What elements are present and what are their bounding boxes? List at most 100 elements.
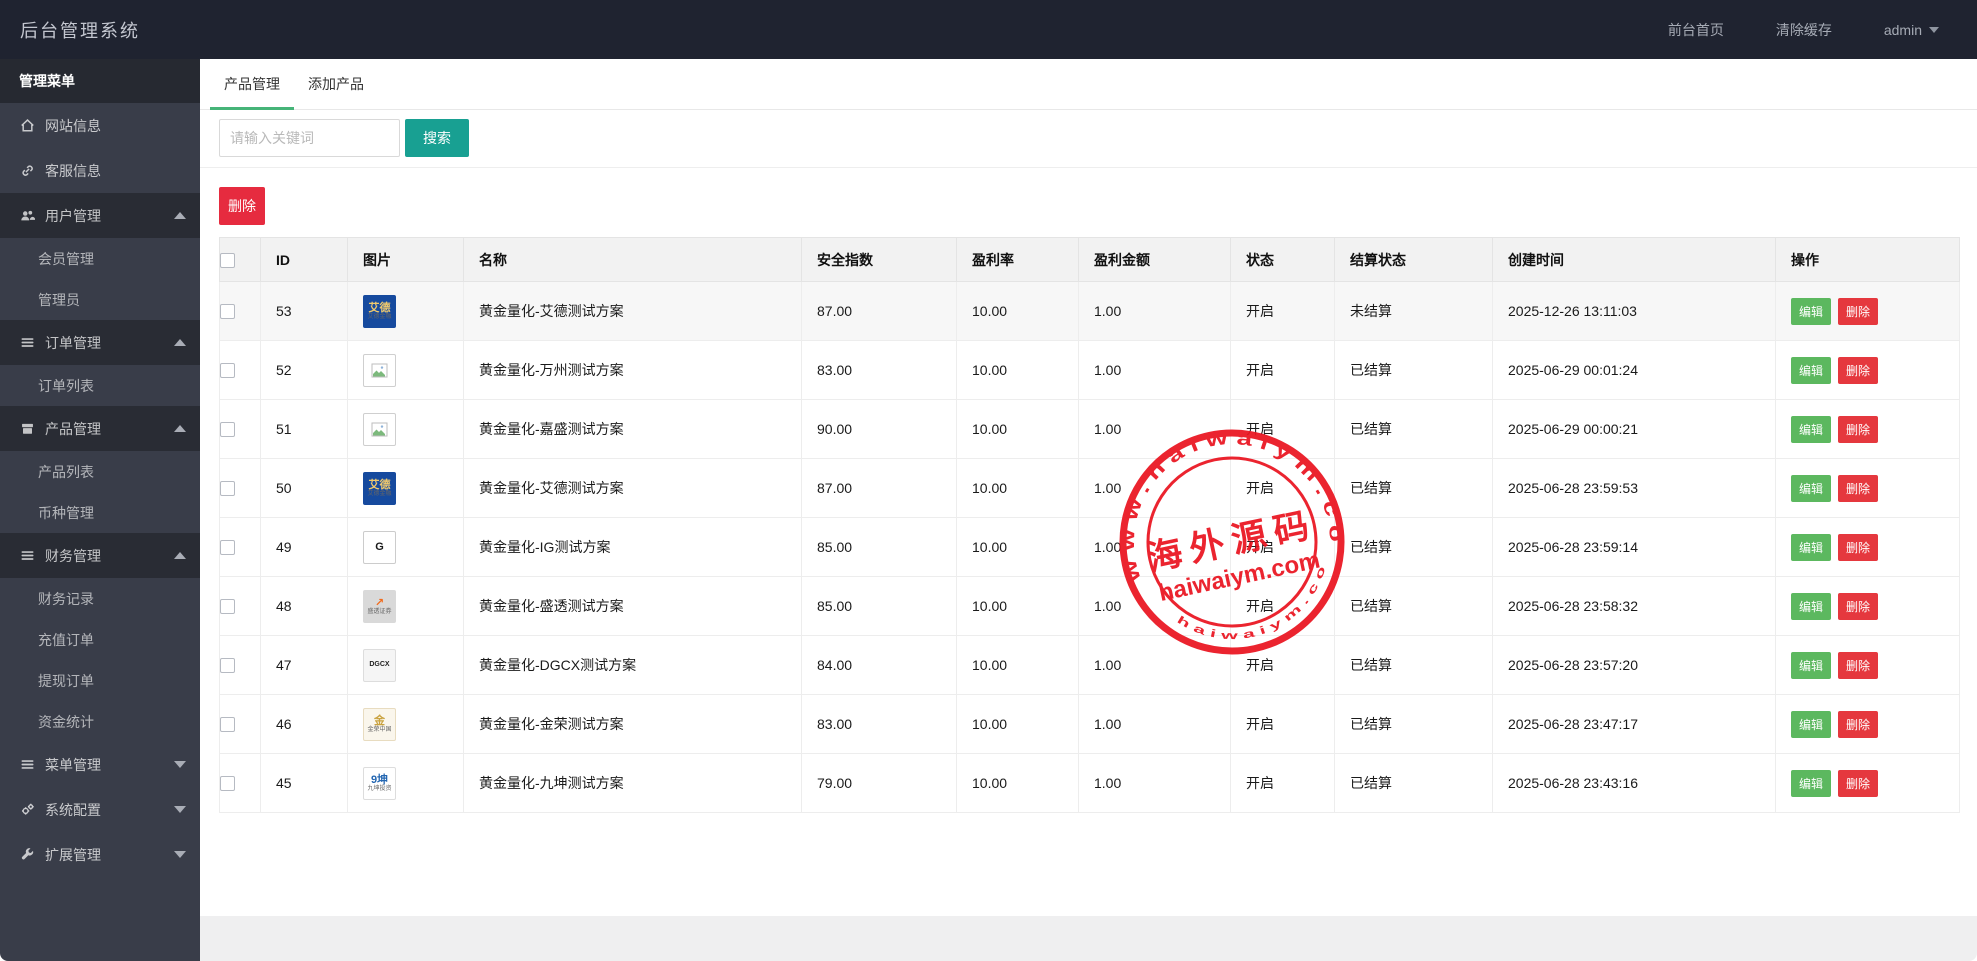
sidebar-subitem[interactable]: 币种管理 bbox=[0, 492, 200, 533]
tab-product-management[interactable]: 产品管理 bbox=[210, 59, 294, 109]
profit-amount: 1.00 bbox=[1079, 636, 1231, 695]
product-name: 黄金量化-嘉盛测试方案 bbox=[464, 400, 802, 459]
edit-button[interactable]: 编辑 bbox=[1791, 357, 1831, 384]
tab-add-product[interactable]: 添加产品 bbox=[294, 59, 378, 109]
search-button[interactable]: 搜索 bbox=[405, 119, 469, 157]
delete-button[interactable]: 删除 bbox=[1838, 593, 1878, 620]
user-dropdown[interactable]: admin bbox=[1884, 22, 1939, 38]
sidebar-subitem[interactable]: 订单列表 bbox=[0, 365, 200, 406]
edit-button[interactable]: 编辑 bbox=[1791, 652, 1831, 679]
row-checkbox[interactable] bbox=[220, 304, 235, 319]
product-table: ID图片名称安全指数盈利率盈利金额状态结算状态创建时间操作 53艾德艾德金融黄金… bbox=[219, 237, 1960, 813]
chevron-icon bbox=[174, 806, 186, 813]
safety-index: 79.00 bbox=[802, 754, 957, 813]
chevron-icon bbox=[174, 552, 186, 559]
row-checkbox[interactable] bbox=[220, 599, 235, 614]
chevron-icon bbox=[174, 339, 186, 346]
list-icon bbox=[19, 548, 36, 564]
sidebar-subitem[interactable]: 管理员 bbox=[0, 279, 200, 320]
product-image-cell: 9坤九坤投资 bbox=[348, 754, 464, 813]
delete-button[interactable]: 删除 bbox=[1838, 416, 1878, 443]
chevron-down-icon bbox=[1929, 27, 1939, 33]
row-select-cell bbox=[220, 577, 261, 636]
sidebar-item[interactable]: 系统配置 bbox=[0, 787, 200, 832]
row-select-cell bbox=[220, 282, 261, 341]
sidebar-item[interactable]: 订单管理 bbox=[0, 320, 200, 365]
edit-button[interactable]: 编辑 bbox=[1791, 770, 1831, 797]
sidebar-item[interactable]: 财务管理 bbox=[0, 533, 200, 578]
edit-button[interactable]: 编辑 bbox=[1791, 475, 1831, 502]
product-name: 黄金量化-万州测试方案 bbox=[464, 341, 802, 400]
delete-button[interactable]: 删除 bbox=[1838, 357, 1878, 384]
row-id: 50 bbox=[261, 459, 348, 518]
sidebar-item[interactable]: 产品管理 bbox=[0, 406, 200, 451]
clear-cache-link[interactable]: 清除缓存 bbox=[1776, 20, 1832, 40]
sidebar-subitem[interactable]: 充值订单 bbox=[0, 619, 200, 660]
delete-button[interactable]: 删除 bbox=[1838, 534, 1878, 561]
row-checkbox[interactable] bbox=[220, 658, 235, 673]
search-row: 搜索 bbox=[219, 119, 1977, 157]
actions-cell: 编辑删除 bbox=[1776, 518, 1960, 577]
actions-cell: 编辑删除 bbox=[1776, 282, 1960, 341]
edit-button[interactable]: 编辑 bbox=[1791, 416, 1831, 443]
edit-button[interactable]: 编辑 bbox=[1791, 534, 1831, 561]
row-id: 49 bbox=[261, 518, 348, 577]
sidebar-item[interactable]: 网站信息 bbox=[0, 103, 200, 148]
sidebar-item[interactable]: 客服信息 bbox=[0, 148, 200, 193]
column-header-7: 结算状态 bbox=[1335, 238, 1493, 282]
row-checkbox[interactable] bbox=[220, 481, 235, 496]
edit-button[interactable]: 编辑 bbox=[1791, 711, 1831, 738]
sidebar-item-label: 用户管理 bbox=[45, 206, 101, 226]
sidebar-item[interactable]: 扩展管理 bbox=[0, 832, 200, 877]
table-row: 46金金荣中国黄金量化-金荣测试方案83.0010.001.00开启已结算202… bbox=[220, 695, 1960, 754]
safety-index: 87.00 bbox=[802, 459, 957, 518]
sidebar-subitem[interactable]: 提现订单 bbox=[0, 660, 200, 701]
link-icon bbox=[19, 163, 36, 179]
row-checkbox[interactable] bbox=[220, 776, 235, 791]
product-name: 黄金量化-金荣测试方案 bbox=[464, 695, 802, 754]
broken-image-icon bbox=[363, 354, 396, 387]
delete-button[interactable]: 删除 bbox=[1838, 475, 1878, 502]
search-input[interactable] bbox=[219, 119, 400, 157]
status: 开启 bbox=[1231, 577, 1335, 636]
sidebar-item[interactable]: 用户管理 bbox=[0, 193, 200, 238]
home-icon bbox=[19, 118, 36, 134]
product-image-cell bbox=[348, 400, 464, 459]
delete-button[interactable]: 删除 bbox=[1838, 711, 1878, 738]
status: 开启 bbox=[1231, 282, 1335, 341]
profit-rate: 10.00 bbox=[957, 636, 1079, 695]
sidebar: 管理菜单 网站信息 客服信息 用户管理 会员管理 管理员 订单管理 订单列表 产… bbox=[0, 59, 200, 961]
edit-button[interactable]: 编辑 bbox=[1791, 593, 1831, 620]
actions-cell: 编辑删除 bbox=[1776, 459, 1960, 518]
sidebar-item-label: 网站信息 bbox=[45, 116, 101, 136]
row-checkbox[interactable] bbox=[220, 540, 235, 555]
status: 开启 bbox=[1231, 341, 1335, 400]
bulk-delete-button[interactable]: 删除 bbox=[219, 187, 265, 225]
box-icon bbox=[19, 421, 36, 437]
frontend-home-link[interactable]: 前台首页 bbox=[1668, 20, 1724, 40]
header-select-all bbox=[220, 238, 261, 282]
select-all-checkbox[interactable] bbox=[220, 253, 235, 268]
product-image-cell: G bbox=[348, 518, 464, 577]
column-header-9: 操作 bbox=[1776, 238, 1960, 282]
created-time: 2025-06-29 00:00:21 bbox=[1493, 400, 1776, 459]
sidebar-subitem[interactable]: 会员管理 bbox=[0, 238, 200, 279]
row-id: 51 bbox=[261, 400, 348, 459]
sidebar-subitem[interactable]: 财务记录 bbox=[0, 578, 200, 619]
edit-button[interactable]: 编辑 bbox=[1791, 298, 1831, 325]
sidebar-subitem[interactable]: 产品列表 bbox=[0, 451, 200, 492]
settle-status: 已结算 bbox=[1335, 754, 1493, 813]
created-time: 2025-06-28 23:43:16 bbox=[1493, 754, 1776, 813]
row-id: 48 bbox=[261, 577, 348, 636]
delete-button[interactable]: 删除 bbox=[1838, 770, 1878, 797]
delete-button[interactable]: 删除 bbox=[1838, 298, 1878, 325]
row-checkbox[interactable] bbox=[220, 717, 235, 732]
actions-cell: 编辑删除 bbox=[1776, 754, 1960, 813]
row-checkbox[interactable] bbox=[220, 422, 235, 437]
sidebar-subitem[interactable]: 资金统计 bbox=[0, 701, 200, 742]
row-checkbox[interactable] bbox=[220, 363, 235, 378]
sidebar-item[interactable]: 菜单管理 bbox=[0, 742, 200, 787]
delete-button[interactable]: 删除 bbox=[1838, 652, 1878, 679]
product-logo: 艾德艾德金融 bbox=[363, 295, 396, 328]
created-time: 2025-06-28 23:59:53 bbox=[1493, 459, 1776, 518]
